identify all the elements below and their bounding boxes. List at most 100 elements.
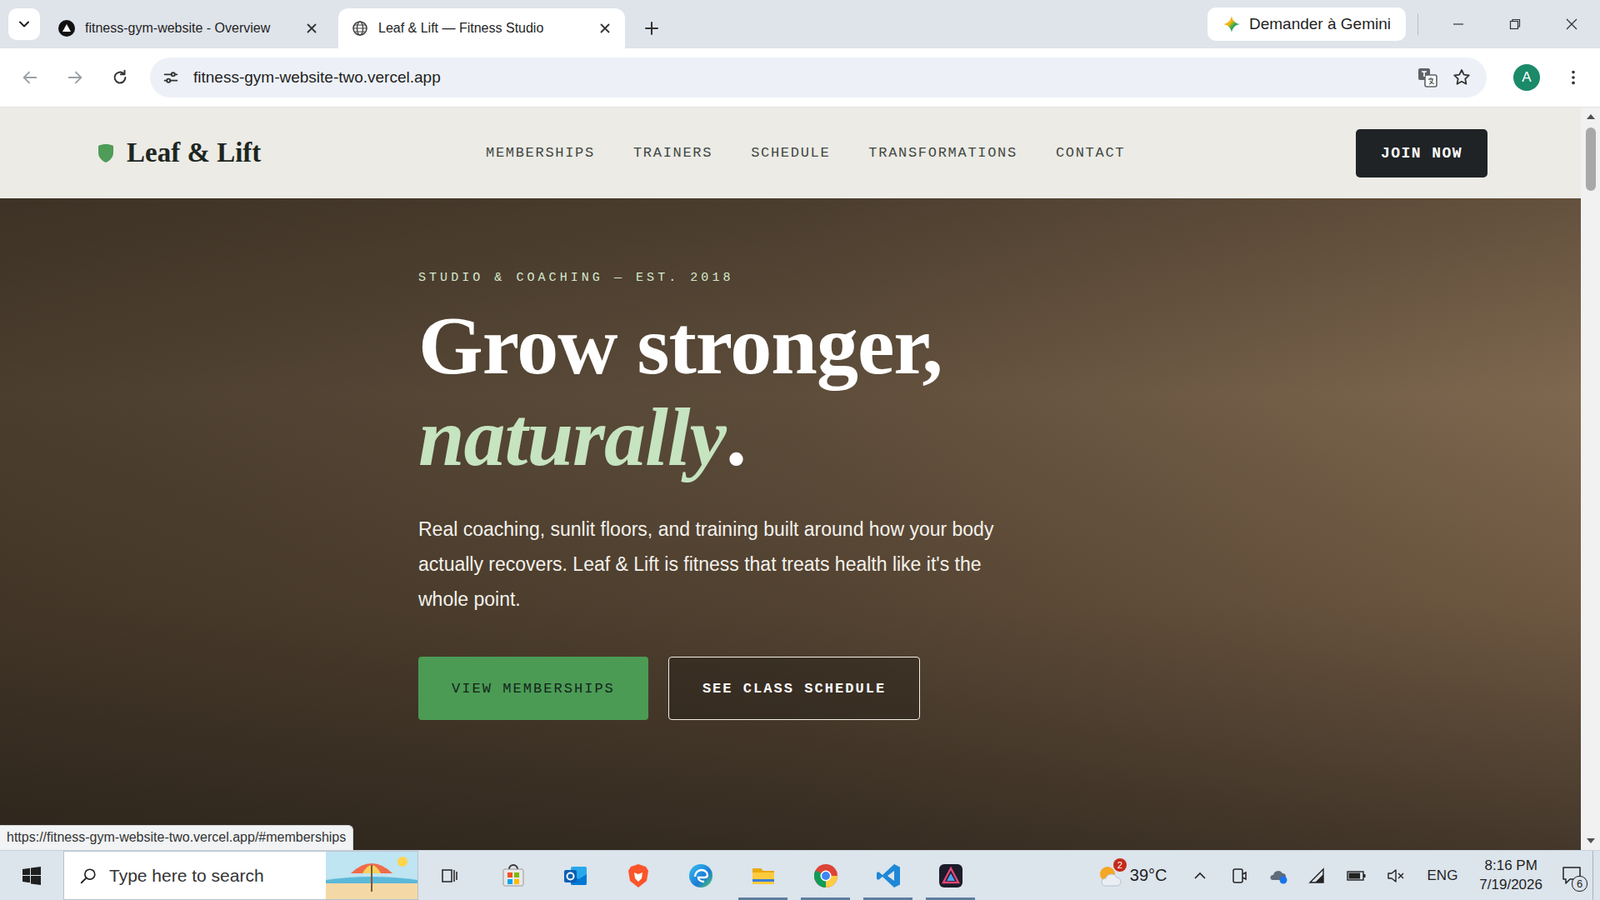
desktop-screen: fitness-gym-website - Overview Leaf & Li… (0, 0, 1600, 900)
close-tab-icon[interactable] (598, 21, 612, 35)
notification-center-button[interactable]: 6 (1552, 850, 1593, 900)
browser-toolbar: fitness-gym-website-two.vercel.app A (0, 48, 1600, 108)
cloud-sync-icon (1268, 866, 1289, 885)
onedrive-button[interactable] (1259, 850, 1299, 900)
site-info-icon[interactable] (161, 68, 180, 87)
minimize-icon (1451, 17, 1465, 31)
bookmark-star-icon[interactable] (1451, 67, 1472, 88)
search-icon (79, 866, 98, 885)
nav-link[interactable]: TRAINERS (633, 145, 713, 161)
hero-description: Real coaching, sunlit floors, and traini… (418, 511, 1002, 617)
outlook-icon (562, 862, 590, 890)
hero-button[interactable]: SEE CLASS SCHEDULE (668, 656, 920, 720)
scroll-track[interactable] (1580, 124, 1600, 834)
scroll-thumb[interactable] (1585, 127, 1596, 191)
taskbar: Type here to search 2 39°C ENG 8:16 PM 7… (0, 850, 1600, 900)
edge-icon (687, 862, 715, 890)
show-desktop-button[interactable] (1592, 850, 1600, 900)
taskbar-app[interactable] (731, 850, 795, 900)
back-arrow-icon (20, 68, 40, 87)
clock-time: 8:16 PM (1485, 856, 1538, 876)
back-button[interactable] (11, 59, 49, 96)
close-tab-icon[interactable] (305, 21, 319, 35)
affinity-app-icon (937, 862, 965, 890)
browser-tab[interactable]: Leaf & Lift — Fitness Studio (338, 8, 625, 49)
network-button[interactable] (1298, 850, 1338, 900)
gemini-button[interactable]: Demander à Gemini (1207, 7, 1406, 41)
clock[interactable]: 8:16 PM 7/19/2026 (1469, 850, 1553, 900)
search-placeholder: Type here to search (109, 865, 265, 886)
taskbar-app[interactable] (481, 850, 545, 900)
window-controls (1430, 0, 1600, 49)
battery-button[interactable] (1337, 850, 1377, 900)
close-window-button[interactable] (1543, 0, 1600, 49)
notification-count: 6 (1571, 875, 1588, 892)
nav-link[interactable]: MEMBERSHIPS (485, 145, 595, 161)
new-tab-button[interactable] (636, 13, 667, 44)
reload-button[interactable] (101, 59, 139, 96)
taskbar-app[interactable] (856, 850, 920, 900)
hero-section: STUDIO & COACHING — EST. 2018 Grow stron… (0, 198, 1581, 850)
scroll-up-icon[interactable] (1585, 112, 1596, 121)
taskbar-app[interactable] (606, 850, 670, 900)
chevron-up-icon (1192, 868, 1208, 884)
camera-icon (1230, 866, 1249, 885)
vscode-icon (875, 862, 902, 890)
vercel-favicon-icon (58, 20, 75, 37)
page-viewport: Leaf & Lift MEMBERSHIPS TRAINERS SCHEDULE T… (0, 107, 1600, 850)
join-now-button[interactable]: JOIN NOW (1355, 129, 1488, 178)
nav-link[interactable]: TRANSFORMATIONS (868, 145, 1018, 161)
show-hidden-icons-button[interactable] (1180, 850, 1220, 900)
task-view-button[interactable] (418, 850, 482, 900)
tab-search-button[interactable] (8, 8, 40, 40)
tab-title: fitness-gym-website - Overview (85, 20, 295, 36)
taskbar-app[interactable] (669, 850, 732, 900)
tab-title: Leaf & Lift — Fitness Studio (378, 20, 589, 36)
page-scrollbar[interactable] (1580, 107, 1600, 850)
system-tray: 2 39°C ENG 8:16 PM 7/19/2026 6 (1088, 850, 1600, 900)
web-page: Leaf & Lift MEMBERSHIPS TRAINERS SCHEDULE T… (0, 107, 1581, 850)
temperature: 39°C (1130, 865, 1168, 885)
separator (1417, 13, 1419, 35)
chrome-icon (812, 862, 840, 890)
gemini-sparkle-icon (1222, 15, 1241, 34)
speaker-icon (1385, 866, 1406, 885)
scroll-down-icon[interactable] (1585, 836, 1596, 845)
weather-icon-wrap: 2 (1096, 863, 1122, 889)
close-icon (1565, 17, 1579, 31)
brave-icon (625, 862, 652, 890)
wifi-icon (1307, 866, 1328, 885)
profile-avatar[interactable]: A (1513, 64, 1540, 91)
weather-widget[interactable]: 2 39°C (1088, 850, 1181, 900)
browser-menu-button[interactable] (1555, 59, 1592, 96)
input-language[interactable]: ENG (1415, 850, 1470, 900)
reload-icon (110, 68, 130, 87)
hero-button[interactable]: VIEW MEMBERSHIPS (418, 656, 649, 720)
globe-favicon-icon (351, 20, 369, 37)
address-text[interactable]: fitness-gym-website-two.vercel.app (193, 68, 441, 87)
taskbar-app[interactable] (919, 850, 982, 900)
volume-button[interactable] (1376, 850, 1416, 900)
link-status-bubble: https://fitness-gym-website-two.vercel.a… (0, 825, 354, 850)
taskbar-app[interactable] (794, 850, 857, 900)
meet-now-button[interactable] (1220, 850, 1260, 900)
start-button[interactable] (0, 850, 64, 900)
taskbar-app[interactable] (544, 850, 607, 900)
taskbar-search[interactable]: Type here to search (63, 850, 419, 900)
gemini-label: Demander à Gemini (1249, 15, 1391, 34)
site-header: Leaf & Lift MEMBERSHIPS TRAINERS SCHEDULE T… (0, 107, 1581, 199)
forward-button[interactable] (56, 59, 94, 96)
nav-link[interactable]: CONTACT (1055, 145, 1125, 161)
tab-strip: fitness-gym-website - Overview Leaf & Li… (0, 0, 1600, 49)
restore-button[interactable] (1486, 0, 1544, 49)
nav-link[interactable]: SCHEDULE (750, 145, 830, 161)
browser-tab[interactable]: fitness-gym-website - Overview (45, 8, 332, 49)
brand-logo[interactable]: Leaf & Lift (96, 137, 486, 169)
minimize-button[interactable] (1430, 0, 1487, 49)
tab-list: fitness-gym-website - Overview Leaf & Li… (45, 8, 625, 49)
folder-icon (750, 862, 777, 890)
translate-icon[interactable] (1416, 66, 1439, 89)
address-bar[interactable]: fitness-gym-website-two.vercel.app (150, 57, 1487, 98)
forward-arrow-icon (65, 68, 85, 87)
hero-headline: Grow stronger, naturally. (418, 300, 943, 484)
